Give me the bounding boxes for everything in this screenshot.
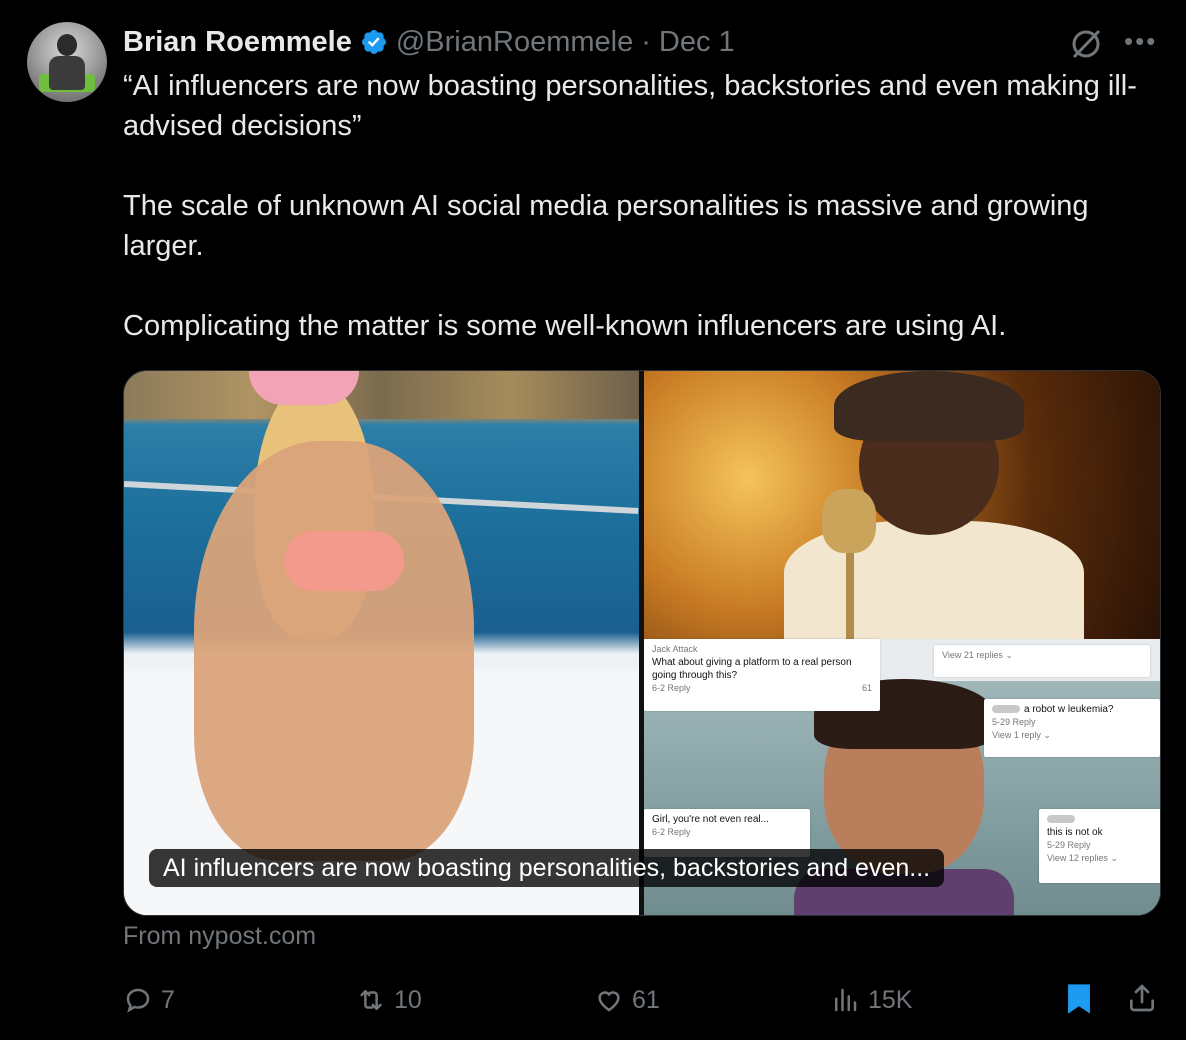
header-separator: · [641,25,651,58]
media-caption: AI influencers are now boasting personal… [149,849,945,887]
author-name[interactable]: Brian Roemmele [123,26,352,59]
microphone-icon [822,489,876,553]
views-icon [835,988,857,1012]
comment-text: View 1 reply ⌄ [992,730,1051,740]
man-hat [834,371,1024,441]
comment-text: Girl, you're not even real... [652,814,769,825]
like-count: 61 [632,985,660,1014]
tweet-header: Brian Roemmele @BrianRoemmele · Dec 1 [123,24,735,60]
comment-text: What about giving a platform to a real p… [652,657,852,681]
comment-author: Jack Attack [652,644,698,654]
verified-badge-icon[interactable] [360,28,388,56]
comment-meta: 6-2 Reply [652,683,691,693]
reply-button[interactable]: 7 [123,980,175,1020]
retweet-icon [360,990,382,1010]
mic-stand [846,551,854,641]
heart-icon [598,991,620,1012]
media-image-top-right [644,371,1160,651]
author-handle[interactable]: @BrianRoemmele [396,26,633,59]
tweet-date[interactable]: Dec 1 [659,26,735,59]
comment-card: View 21 replies ⌄ [934,645,1150,677]
tweet-text: “AI influencers are now boasting persona… [123,70,1137,342]
pink-headscarf [249,371,359,405]
comment-meta: 5-29 Reply [1047,840,1091,850]
blurred-username [992,705,1020,714]
comment-text: View 21 replies ⌄ [942,650,1013,660]
reply-count: 7 [161,985,175,1014]
comment-card: a robot w leukemia? 5-29 Reply View 1 re… [984,699,1160,757]
view-count: 15K [868,985,913,1014]
more-icon[interactable]: ••• [1124,28,1157,54]
share-icon[interactable] [1126,982,1158,1014]
reply-icon [126,988,150,1013]
comment-meta: 5-29 Reply [992,717,1036,727]
comment-card: Jack Attack What about giving a platform… [644,639,880,711]
avatar-figure-body [49,56,85,90]
grok-icon[interactable] [1068,26,1104,62]
like-button[interactable]: 61 [594,980,660,1020]
views-button[interactable]: 15K [830,980,912,1020]
author-avatar[interactable] [27,22,107,102]
retweet-count: 10 [394,985,422,1014]
bookmark-icon[interactable] [1064,982,1094,1016]
media-card[interactable]: Jack Attack What about giving a platform… [123,370,1161,916]
link-source[interactable]: From nypost.com [123,922,316,951]
retweet-button[interactable]: 10 [356,980,422,1020]
woman-figure [194,441,474,861]
media-image-left [124,371,639,915]
comment-meta: 6-2 Reply [652,827,691,837]
comment-likes: 61 [861,683,872,693]
blurred-username [1047,815,1075,824]
comment-text: a robot w leukemia? [1024,704,1114,715]
comment-text: this is not ok [1047,827,1103,838]
comment-card: this is not ok 5-29 Reply View 12 replie… [1039,809,1160,883]
coastline-rocks [124,371,639,419]
comment-text: View 12 replies ⌄ [1047,853,1118,863]
avatar-figure-head [57,34,77,56]
pink-top [284,531,404,591]
